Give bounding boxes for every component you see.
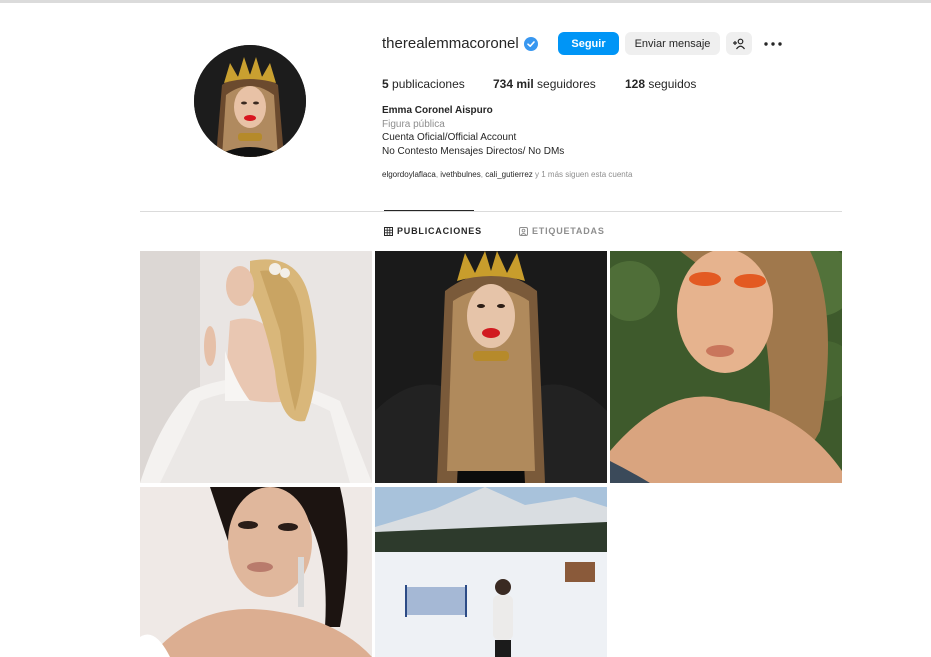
tagged-person-icon: [519, 226, 528, 236]
profile-full-name: Emma Coronel Aispuro: [382, 105, 493, 116]
post-thumbnail[interactable]: [610, 251, 842, 483]
send-message-button[interactable]: Enviar mensaje: [625, 32, 720, 55]
browser-top-border: [0, 0, 931, 3]
active-tab-indicator: [384, 210, 474, 211]
followed-by-text[interactable]: elgordoylaflaca, ivethbulnes, cali_gutie…: [382, 170, 632, 179]
profile-avatar[interactable]: [194, 45, 306, 157]
tab-etiquetadas[interactable]: ETIQUETADAS: [519, 226, 605, 236]
follower-username[interactable]: ivethbulnes: [440, 170, 480, 179]
more-options-button[interactable]: [761, 34, 785, 54]
bio-line: Cuenta Oficial/Official Account: [382, 132, 517, 143]
post-image: [610, 251, 842, 483]
post-image: [375, 487, 607, 657]
follow-button[interactable]: Seguir: [558, 32, 619, 55]
profile-category: Figura pública: [382, 119, 445, 130]
more-dots-icon: [764, 42, 782, 46]
follower-username[interactable]: elgordoylaflaca: [382, 170, 436, 179]
tabs-divider: [140, 211, 842, 212]
grid-icon: [384, 226, 393, 236]
bio-line: No Contesto Mensajes Directos/ No DMs: [382, 146, 565, 157]
posts-count: 5 publicaciones: [382, 77, 465, 91]
suggest-users-button[interactable]: [726, 32, 752, 55]
following-count-link[interactable]: 128 seguidos: [625, 77, 696, 91]
verified-badge-icon: [524, 37, 538, 51]
post-image: [140, 251, 372, 483]
profile-username: therealemmacoronel: [382, 35, 519, 52]
followers-count-link[interactable]: 734 mil seguidores: [493, 77, 596, 91]
post-thumbnail[interactable]: [375, 251, 607, 483]
post-image: [140, 487, 372, 657]
tab-publicaciones[interactable]: PUBLICACIONES: [384, 226, 482, 236]
follower-username[interactable]: cali_gutierrez: [485, 170, 533, 179]
post-thumbnail[interactable]: [140, 487, 372, 657]
post-image: [375, 251, 607, 483]
post-thumbnail[interactable]: [375, 487, 607, 657]
post-thumbnail[interactable]: [140, 251, 372, 483]
add-user-icon: [733, 38, 745, 49]
